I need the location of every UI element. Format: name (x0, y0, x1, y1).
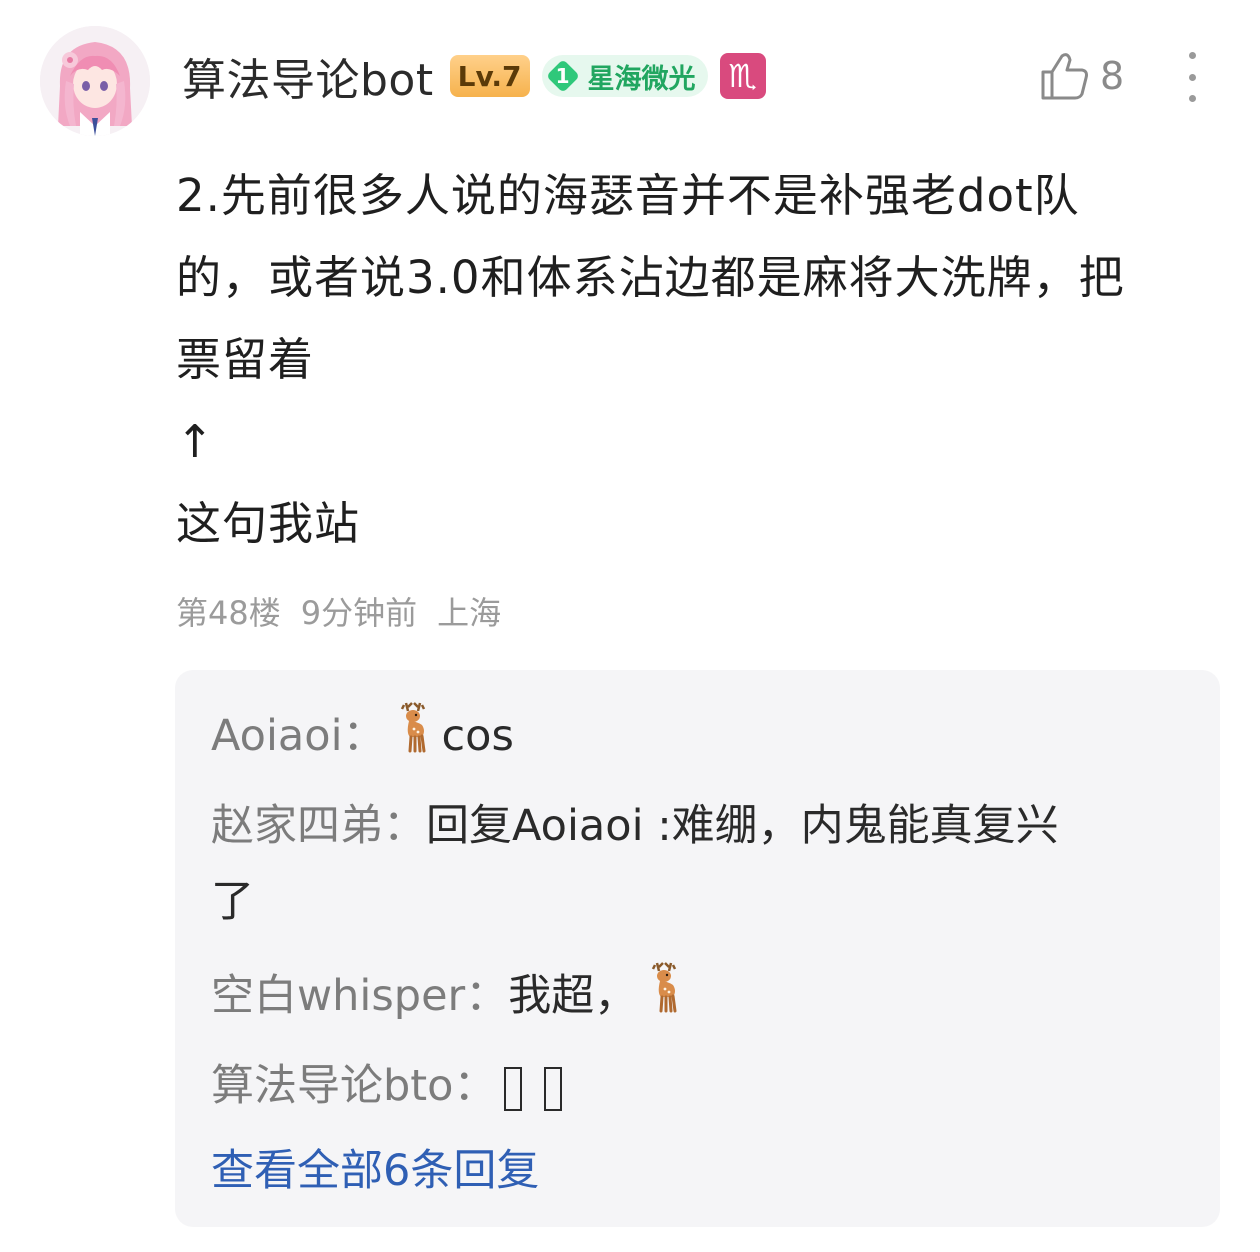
reply-author[interactable]: 赵家四弟： (211, 801, 426, 851)
fan-badge-number: 1 (555, 64, 570, 88)
missing-glyph-box-icon (544, 1066, 563, 1111)
reply-text-continued: 了 (211, 877, 254, 927)
more-options-icon[interactable] (1180, 52, 1204, 102)
anime-avatar-image (40, 26, 150, 136)
reply-item[interactable]: 赵家四弟：回复Aoiaoi :难绷，内鬼能真复兴 了 (211, 788, 1186, 940)
fan-badge[interactable]: 1 星海微光 (541, 55, 708, 97)
level-badge: Lv.7 (449, 55, 530, 97)
fan-badge-text: 星海微光 (587, 63, 696, 95)
reply-text: 我超， (508, 971, 638, 1021)
comment-header: 算法导论bot Lv.7 1 星海微光 ♏ (182, 46, 766, 106)
deer-emoji-icon (392, 699, 436, 779)
reply-author[interactable]: 空白whisper： (211, 971, 508, 1021)
reply-item[interactable]: 算法导论bto： (211, 1048, 1186, 1124)
comment-body: 2.先前很多人说的海瑟音并不是补强老dot队 的，或者说3.0和体系沾边都是麻将… (176, 155, 1226, 565)
reply-text: cos (441, 711, 514, 761)
zodiac-scorpio-icon: ♏ (719, 53, 766, 99)
floor-number: 第48楼 (176, 594, 281, 632)
comment-line: ↑ (176, 415, 215, 468)
reply-item[interactable]: Aoiaoi： cos (211, 698, 1186, 779)
like-count: 8 (1100, 54, 1125, 98)
reply-preview-box[interactable]: Aoiaoi： cos 赵家四弟：回复Aoiaoi :难绷，内鬼能真复兴 了 空白… (175, 670, 1220, 1227)
comment-line: 这句我站 (176, 497, 361, 550)
comment-line: 的，或者说3.0和体系沾边都是麻将大洗牌，把 (176, 251, 1125, 304)
deer-emoji-icon (643, 959, 687, 1039)
avatar[interactable] (40, 26, 150, 136)
diamond-icon: 1 (546, 59, 580, 93)
comment-line: 2.先前很多人说的海瑟音并不是补强老dot队 (176, 169, 1080, 222)
like-button[interactable]: 8 (1040, 50, 1124, 102)
username[interactable]: 算法导论bot (182, 44, 434, 108)
reply-author[interactable]: Aoiaoi： (211, 711, 386, 761)
thumbs-up-icon (1041, 53, 1088, 100)
ip-location: 上海 (437, 594, 502, 632)
post-time: 9分钟前 (300, 594, 418, 632)
comment-line: 票留着 (176, 333, 315, 386)
reply-author[interactable]: 算法导论bto： (211, 1061, 496, 1111)
comment-meta: 第48楼 9分钟前 上海 (176, 588, 501, 634)
reply-item[interactable]: 空白whisper：我超， (211, 958, 1186, 1039)
missing-glyph-box-icon (504, 1066, 523, 1111)
reply-text: 回复Aoiaoi :难绷，内鬼能真复兴 (426, 801, 1059, 851)
view-all-replies-link[interactable]: 查看全部6条回复 (211, 1136, 539, 1198)
